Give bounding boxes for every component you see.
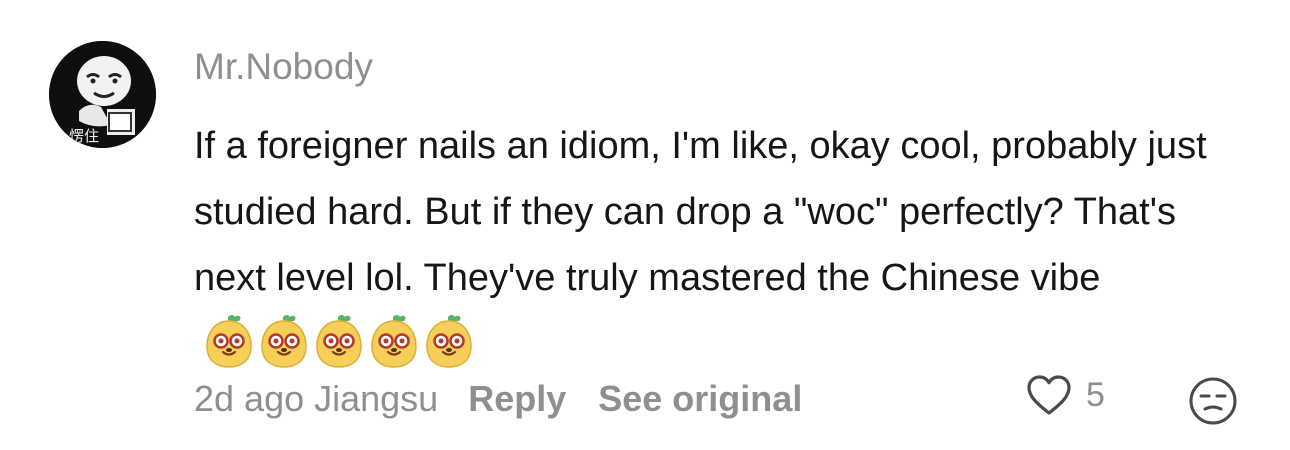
reply-button[interactable]: Reply xyxy=(468,378,566,420)
see-original-button[interactable]: See original xyxy=(598,378,802,420)
avatar[interactable]: 愣住 xyxy=(49,41,156,148)
expressionless-face-icon xyxy=(1189,377,1237,425)
avatar-caption: 愣住 xyxy=(69,127,99,145)
heart-icon xyxy=(1027,375,1071,415)
mango-face-icon xyxy=(367,312,421,370)
reaction-button[interactable] xyxy=(1188,376,1238,431)
comment-text: If a foreigner nails an idiom, I'm like,… xyxy=(194,125,1207,299)
timestamp-location: 2d ago Jiangsu xyxy=(194,378,439,419)
mango-face-icon xyxy=(257,312,311,370)
comment-meta: 2d ago Jiangsu Reply See original xyxy=(194,374,802,424)
comment-body: If a foreigner nails an idiom, I'm like,… xyxy=(194,113,1234,391)
mango-face-icon xyxy=(202,312,256,370)
mango-face-icon xyxy=(422,312,476,370)
like-button[interactable]: 5 xyxy=(1026,374,1105,416)
mango-face-icon xyxy=(312,312,366,370)
username[interactable]: Mr.Nobody xyxy=(194,46,373,88)
meme-face-avatar-icon: 愣住 xyxy=(49,41,156,148)
like-count: 5 xyxy=(1086,375,1105,414)
